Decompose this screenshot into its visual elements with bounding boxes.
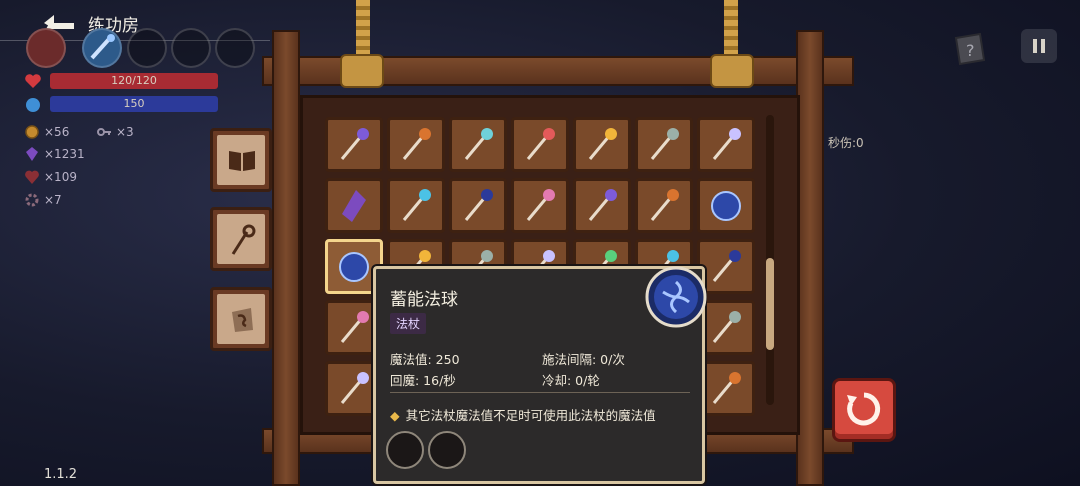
- hp-bar: 120/120: [50, 73, 218, 89]
- pause-button[interactable]: [1021, 29, 1057, 63]
- board-left-post: [272, 30, 300, 486]
- board-right-post: [796, 30, 824, 486]
- inventory-slot[interactable]: [573, 178, 631, 233]
- mp-text: 150: [123, 97, 145, 110]
- scrollbar-thumb[interactable]: [766, 258, 774, 350]
- rune-slot-1[interactable]: [386, 431, 424, 469]
- purple-crystal-icon: [26, 147, 38, 161]
- heart-icon: [25, 74, 41, 88]
- inventory-slot[interactable]: [635, 117, 693, 172]
- resource-potion: ×109: [24, 169, 77, 185]
- rope-knot-right: [710, 54, 754, 88]
- inventory-slot[interactable]: [449, 117, 507, 172]
- item-type-tag: 法杖: [390, 313, 427, 334]
- tooltip-divider: [390, 392, 690, 393]
- tab-codex[interactable]: [210, 128, 272, 192]
- jade-ruler-icon: [464, 188, 493, 221]
- cross-staff-icon: [340, 371, 369, 404]
- inventory-slot[interactable]: [325, 117, 383, 172]
- rope-knot-left: [340, 54, 384, 88]
- inventory-slot[interactable]: [573, 117, 631, 172]
- shuriken-staff-icon: [526, 188, 555, 221]
- heart-potion-icon: [25, 170, 39, 184]
- inventory-slot[interactable]: [511, 117, 569, 172]
- keyhole-icon: [712, 310, 741, 343]
- hp-text: 120/120: [111, 74, 157, 87]
- tab-staffs[interactable]: [210, 207, 272, 271]
- inventory-slot[interactable]: [635, 178, 693, 233]
- rope-left: [356, 0, 370, 60]
- rune-stone-icon: [232, 308, 253, 332]
- gem-scepter-icon: [340, 127, 369, 160]
- help-book-icon[interactable]: ?: [950, 32, 990, 66]
- skill-slot-5[interactable]: [215, 28, 255, 68]
- purple-crystal-icon: [342, 189, 366, 222]
- blue-hand-staff-icon: [712, 249, 741, 282]
- vine-staff-icon: [402, 188, 431, 221]
- skill-slot-2[interactable]: [82, 28, 122, 68]
- fire-wand-icon: [402, 127, 431, 160]
- inventory-slot[interactable]: [387, 117, 445, 172]
- staff-icon: [231, 224, 256, 255]
- resource-crystal: ×1231: [24, 146, 85, 162]
- mp-bar: 150: [50, 96, 218, 112]
- ornate-staff-icon: [650, 188, 679, 221]
- mana-orb-icon: [26, 98, 40, 112]
- ice-trident-icon: [464, 127, 493, 160]
- pink-mace-icon: [712, 127, 741, 160]
- charged-orb-icon: [339, 251, 369, 282]
- rope-right: [724, 0, 738, 60]
- inventory-slot[interactable]: [697, 361, 755, 416]
- item-description: ◆ 其它法杖魔法值不足时可使用此法杖的魔法值: [390, 408, 656, 423]
- cog-token-icon: [25, 193, 39, 207]
- resource-key: ×3: [96, 124, 134, 140]
- inventory-slot[interactable]: [449, 178, 507, 233]
- svg-text:?: ?: [966, 41, 975, 60]
- book-icon: [229, 151, 255, 171]
- crystal-torch-icon: [526, 127, 555, 160]
- pause-icon: [1033, 39, 1045, 53]
- tab-runes[interactable]: [210, 287, 272, 351]
- inventory-slot[interactable]: [325, 178, 383, 233]
- inventory-slot[interactable]: [511, 178, 569, 233]
- refresh-button[interactable]: [832, 378, 896, 442]
- vortex-orb-icon: [711, 190, 741, 221]
- charged-orb-icon: [645, 266, 707, 328]
- stat-cooldown: 冷却: 0/轮: [542, 373, 600, 388]
- resource-gold: ×56: [24, 124, 69, 140]
- item-name: 蓄能法球: [390, 290, 458, 310]
- stat-mana: 魔法值: 250: [390, 352, 460, 367]
- key-icon: [97, 128, 111, 136]
- stat-cast-interval: 施法间隔: 0/次: [542, 352, 625, 367]
- dps-readout: 秒伤:0: [828, 136, 864, 150]
- inventory-slot[interactable]: [387, 178, 445, 233]
- gold-coin-icon: [25, 125, 39, 139]
- thin-rod-icon: [650, 127, 679, 160]
- skill-slot-4[interactable]: [171, 28, 211, 68]
- inventory-slot[interactable]: [697, 117, 755, 172]
- rainbow-cone-icon: [588, 127, 617, 160]
- stat-mana-regen: 回魔: 16/秒: [390, 373, 456, 388]
- version-label: 1.1.2: [44, 467, 78, 482]
- spear-icon: [340, 310, 369, 343]
- refresh-icon: [847, 392, 881, 426]
- skill-slot-3[interactable]: [127, 28, 167, 68]
- skill-slot-1[interactable]: [26, 28, 66, 68]
- inventory-slot[interactable]: [697, 178, 755, 233]
- curved-blade-icon: [588, 188, 617, 221]
- resource-token: ×7: [24, 192, 62, 208]
- rune-slot-2[interactable]: [428, 431, 466, 469]
- pink-crystal-staff-icon: [712, 371, 741, 404]
